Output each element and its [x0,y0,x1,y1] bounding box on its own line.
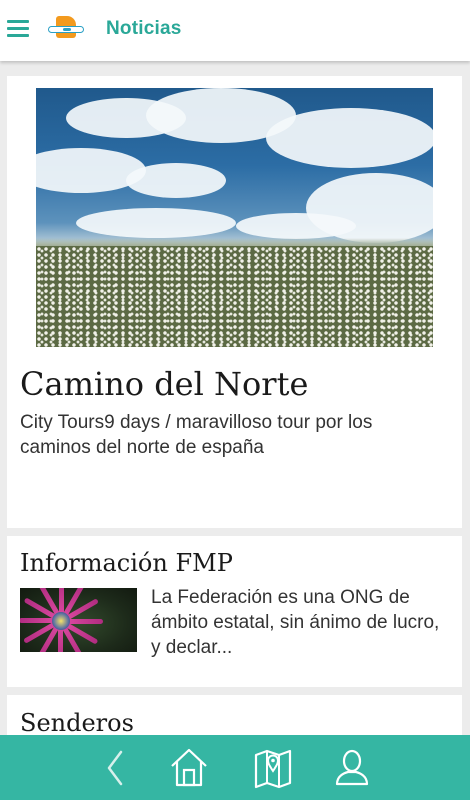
card-title: Camino del Norte [20,365,309,403]
card-description: City Tours9 days / maravilloso tour por … [20,412,373,458]
map-pin-icon[interactable] [253,747,293,789]
card-title: Senderos [20,709,134,737]
bottom-navigation-bar [0,735,470,800]
card-title: Información FMP [20,549,233,577]
user-icon[interactable] [334,747,370,789]
purple-flower-thumbnail [20,588,137,652]
app-screen: Noticias Camino del Norte City Tours9 da… [0,0,470,800]
back-chevron-icon[interactable] [100,747,130,789]
news-card-camino-del-norte[interactable]: Camino del Norte City Tours9 days / mara… [7,76,462,528]
hamburger-menu-icon[interactable] [7,20,29,38]
page-title: Noticias [106,18,182,39]
card-description: La Federación es una ONG de ámbito estat… [151,587,440,658]
home-icon[interactable] [169,747,209,789]
news-card-informacion-fmp[interactable]: Información FMP La Federación es una ONG… [7,536,462,687]
flower-field-sky-image [36,88,433,347]
app-header: Noticias [0,0,470,61]
app-logo[interactable] [46,16,86,44]
